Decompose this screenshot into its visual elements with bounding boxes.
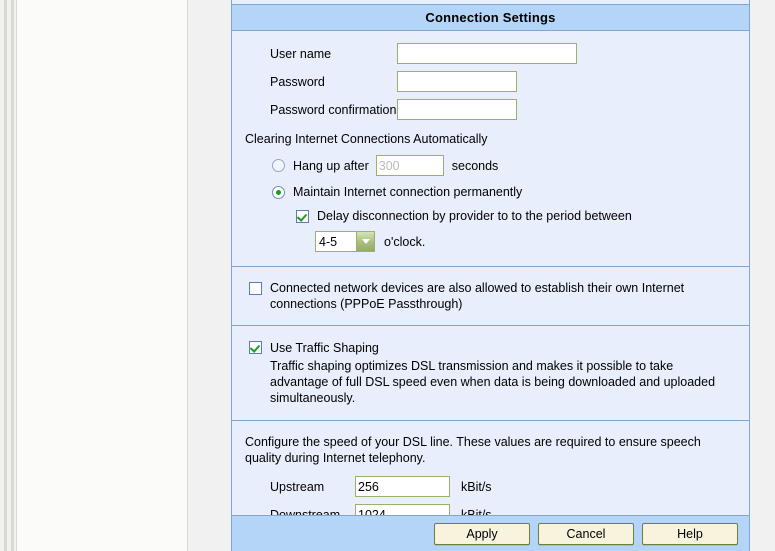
username-input[interactable] bbox=[397, 43, 577, 64]
sidebar bbox=[0, 0, 190, 551]
maintain-permanently-label: Maintain Internet connection permanently bbox=[293, 185, 523, 199]
app-window: Connection Settings User name Password P… bbox=[0, 0, 775, 551]
page-title-text: Connection Settings bbox=[425, 10, 556, 25]
option-traffic-shaping[interactable]: Use Traffic Shaping Traffic shaping opti… bbox=[232, 339, 725, 406]
section-pppoe-passthrough: Connected network devices are also allow… bbox=[232, 266, 749, 325]
username-label: User name bbox=[270, 46, 332, 61]
delay-disconnection-label: Delay disconnection by provider to to th… bbox=[317, 209, 632, 223]
password-input[interactable] bbox=[397, 71, 517, 92]
row-upstream: Upstream kBit/s bbox=[232, 476, 709, 497]
pppoe-passthrough-label: Connected network devices are also allow… bbox=[270, 280, 684, 312]
upstream-unit-label: kBit/s bbox=[461, 479, 492, 494]
pppoe-passthrough-line1: Connected network devices are also allow… bbox=[270, 281, 685, 295]
maintain-permanently-radio[interactable] bbox=[272, 185, 285, 199]
traffic-shaping-description: Traffic shaping optimizes DSL transmissi… bbox=[270, 359, 716, 405]
hang-up-unit-label: seconds bbox=[451, 158, 499, 173]
cancel-button[interactable]: Cancel bbox=[538, 522, 634, 545]
hang-up-seconds-input[interactable] bbox=[375, 155, 444, 176]
option-maintain-permanently[interactable]: Maintain Internet connection permanently bbox=[232, 185, 749, 199]
section-traffic-shaping: Use Traffic Shaping Traffic shaping opti… bbox=[232, 325, 749, 420]
period-select[interactable]: 4-5 bbox=[315, 231, 375, 252]
password-confirmation-label: Password confirmation bbox=[270, 102, 397, 117]
upstream-label: Upstream bbox=[270, 479, 325, 494]
hang-up-radio[interactable] bbox=[272, 159, 285, 172]
period-select-value: 4-5 bbox=[319, 234, 338, 249]
password-label: Password bbox=[270, 74, 325, 89]
hang-up-label: Hang up after bbox=[293, 158, 369, 173]
section-credentials: User name Password Password confirmation… bbox=[232, 31, 749, 266]
pppoe-passthrough-checkbox[interactable] bbox=[249, 282, 262, 295]
clearing-heading: Clearing Internet Connections Automatica… bbox=[245, 132, 488, 146]
password-confirmation-input[interactable] bbox=[397, 99, 517, 120]
sidebar-panel bbox=[16, 0, 188, 551]
delay-disconnection-checkbox[interactable] bbox=[296, 209, 309, 223]
panel-footer: Apply Cancel Help bbox=[232, 515, 749, 551]
row-password: Password bbox=[232, 71, 749, 92]
option-hang-up-after[interactable]: Hang up after seconds bbox=[232, 155, 749, 176]
sidebar-rail-inner bbox=[11, 0, 14, 551]
help-button[interactable]: Help bbox=[642, 522, 738, 545]
traffic-shaping-label: Use Traffic Shaping bbox=[270, 341, 379, 355]
apply-button[interactable]: Apply bbox=[434, 522, 530, 545]
upstream-input[interactable] bbox=[355, 476, 450, 497]
period-suffix-label: o'clock. bbox=[384, 234, 426, 249]
option-pppoe-passthrough[interactable]: Connected network devices are also allow… bbox=[232, 280, 735, 312]
traffic-shaping-checkbox[interactable] bbox=[249, 341, 262, 354]
chevron-down-icon[interactable] bbox=[356, 232, 374, 251]
option-delay-disconnection[interactable]: Delay disconnection by provider to to th… bbox=[232, 209, 749, 223]
sidebar-rail-outer bbox=[4, 0, 7, 551]
dsl-speed-description: Configure the speed of your DSL line. Th… bbox=[245, 435, 701, 465]
page-title: Connection Settings bbox=[232, 5, 749, 31]
row-username: User name bbox=[232, 43, 749, 64]
pppoe-passthrough-line2: connections (PPPoE Passthrough) bbox=[270, 297, 463, 311]
row-password-confirmation: Password confirmation bbox=[232, 99, 749, 120]
row-period-select: 4-5 o'clock. bbox=[232, 231, 749, 252]
connection-settings-panel: Connection Settings User name Password P… bbox=[231, 0, 750, 551]
